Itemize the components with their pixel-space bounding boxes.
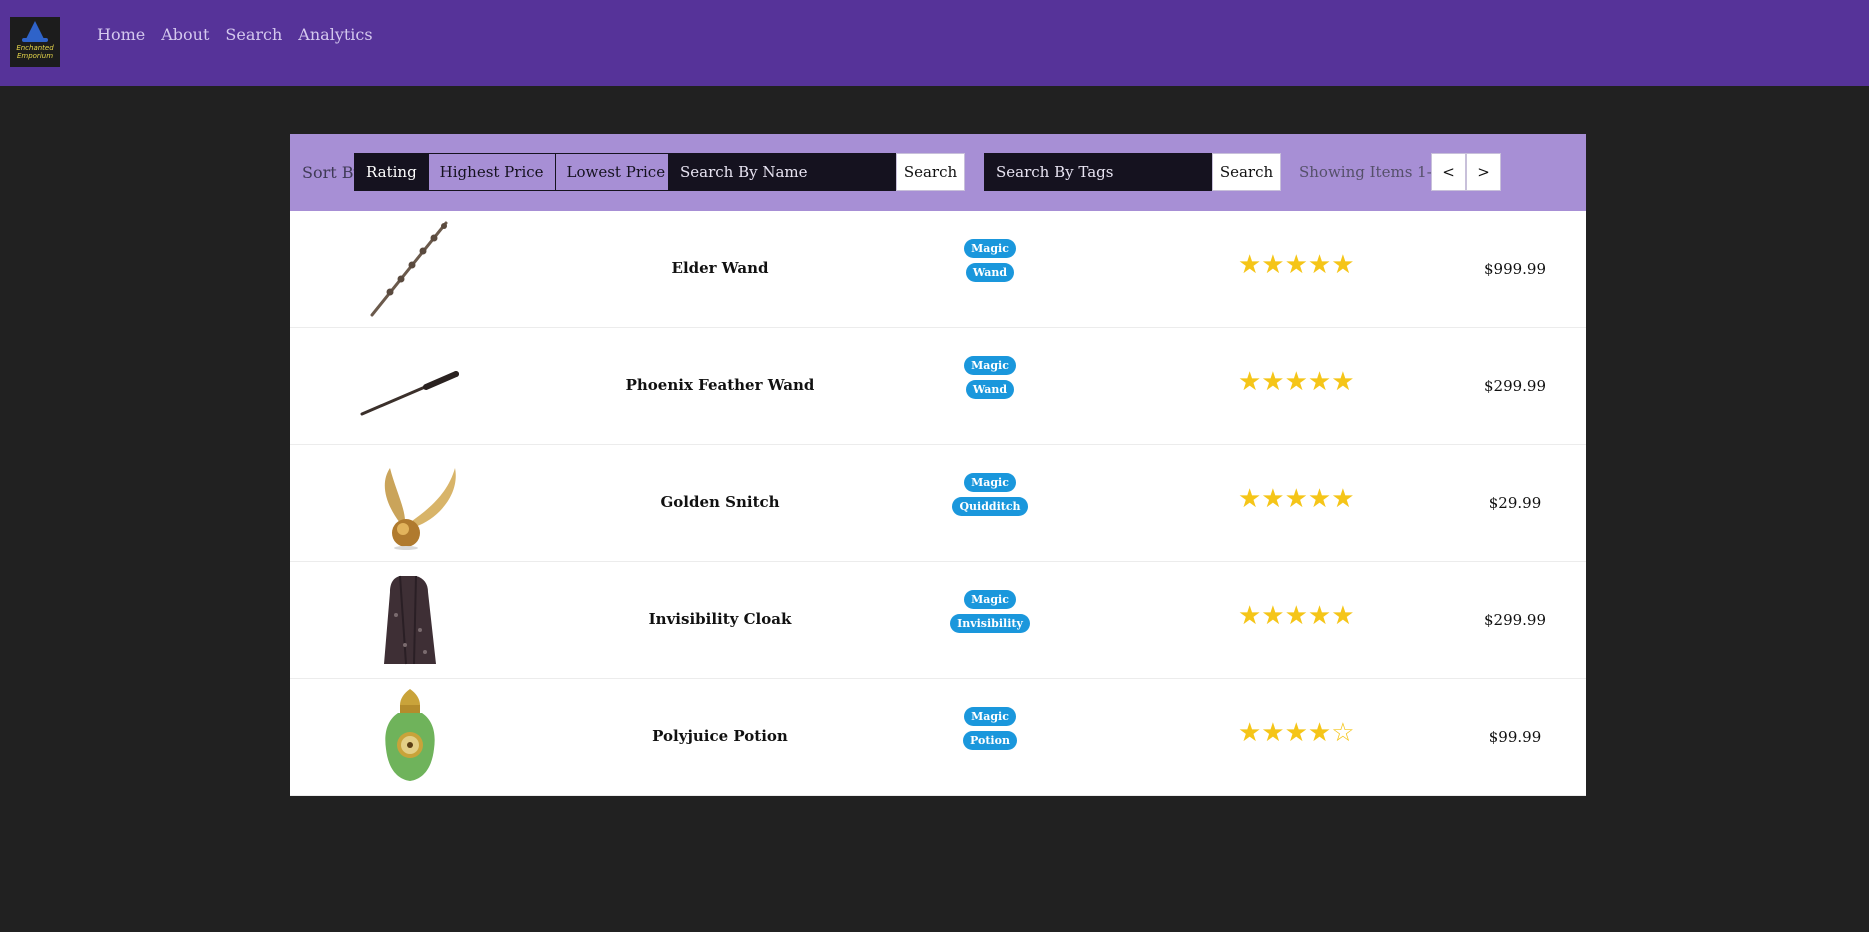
phoenix-wand-image — [360, 371, 459, 416]
star-rating: ★★★★★ — [1238, 367, 1355, 397]
tag-badge[interactable]: Magic — [964, 239, 1016, 258]
pagination: < > — [1431, 153, 1501, 191]
tag-badge[interactable]: Magic — [964, 707, 1016, 726]
tag-badge[interactable]: Magic — [964, 356, 1016, 375]
star-rating: ★★★★☆ — [1238, 718, 1355, 748]
product-row[interactable]: Invisibility Cloak Magic Invisibility ★★… — [290, 562, 1586, 679]
nav-home[interactable]: Home — [97, 25, 145, 44]
product-panel: Sort By: Rating Highest Price Lowest Pri… — [290, 134, 1586, 796]
tag-list: Magic Wand — [930, 239, 1050, 282]
search-by-name-input[interactable] — [668, 153, 896, 191]
item-price: $299.99 — [1483, 611, 1547, 629]
tag-badge[interactable]: Invisibility — [950, 614, 1030, 633]
sort-highest-price-button[interactable]: Highest Price — [427, 154, 555, 190]
top-navbar: Enchanted Emporium Home About Search Ana… — [0, 0, 1869, 86]
item-price: $299.99 — [1483, 377, 1547, 395]
tag-list: Magic Potion — [930, 707, 1050, 750]
search-by-tags-input[interactable] — [984, 153, 1212, 191]
wizard-hat-brim — [22, 38, 48, 42]
item-price: $999.99 — [1483, 260, 1547, 278]
tag-search-box: Search — [984, 153, 1281, 191]
elder-wand-image — [370, 221, 448, 317]
wizard-hat-icon — [26, 21, 44, 39]
star-rating: ★★★★★ — [1238, 601, 1355, 631]
tag-badge[interactable]: Magic — [964, 590, 1016, 609]
tag-badge[interactable]: Magic — [964, 473, 1016, 492]
item-name[interactable]: Elder Wand — [580, 259, 860, 277]
nav-search[interactable]: Search — [225, 25, 282, 44]
product-toolbar: Sort By: Rating Highest Price Lowest Pri… — [290, 134, 1586, 211]
sort-button-group: Rating Highest Price Lowest Price — [354, 153, 678, 191]
golden-snitch-image — [384, 468, 456, 550]
item-name[interactable]: Golden Snitch — [580, 493, 860, 511]
cloak-image — [384, 575, 436, 665]
nav-analytics[interactable]: Analytics — [298, 25, 372, 44]
item-price: $99.99 — [1488, 728, 1542, 746]
search-by-name-button[interactable]: Search — [896, 153, 965, 191]
product-row[interactable]: Polyjuice Potion Magic Potion ★★★★☆ $99.… — [290, 679, 1586, 796]
showing-items-label: Showing Items 1-5 — [1299, 163, 1442, 181]
product-row[interactable]: Phoenix Feather Wand Magic Wand ★★★★★ $2… — [290, 328, 1586, 445]
star-rating: ★★★★★ — [1238, 484, 1355, 514]
sort-lowest-price-button[interactable]: Lowest Price — [554, 154, 677, 190]
tag-badge[interactable]: Potion — [963, 731, 1017, 750]
search-by-tags-button[interactable]: Search — [1212, 153, 1281, 191]
prev-page-button[interactable]: < — [1431, 153, 1466, 191]
star-rating: ★★★★★ — [1238, 250, 1355, 280]
tag-badge[interactable]: Quidditch — [952, 497, 1028, 516]
item-name[interactable]: Phoenix Feather Wand — [580, 376, 860, 394]
logo[interactable]: Enchanted Emporium — [10, 17, 60, 67]
potion-bottle-image — [385, 689, 435, 781]
tag-list: Magic Invisibility — [930, 590, 1050, 633]
product-row[interactable]: Golden Snitch Magic Quidditch ★★★★★ $29.… — [290, 445, 1586, 562]
nav-links: Home About Search Analytics — [97, 25, 373, 44]
item-name[interactable]: Polyjuice Potion — [580, 727, 860, 745]
item-price: $29.99 — [1488, 494, 1542, 512]
sort-rating-button[interactable]: Rating — [355, 154, 428, 190]
next-page-button[interactable]: > — [1466, 153, 1501, 191]
tag-list: Magic Wand — [930, 356, 1050, 399]
product-row[interactable]: Elder Wand Magic Wand ★★★★★ $999.99 — [290, 211, 1586, 328]
name-search-box: Search — [668, 153, 965, 191]
nav-about[interactable]: About — [161, 25, 209, 44]
tag-list: Magic Quidditch — [930, 473, 1050, 516]
logo-text: Enchanted Emporium — [16, 44, 54, 60]
tag-badge[interactable]: Wand — [965, 380, 1015, 399]
item-name[interactable]: Invisibility Cloak — [580, 610, 860, 628]
tag-badge[interactable]: Wand — [965, 263, 1015, 282]
